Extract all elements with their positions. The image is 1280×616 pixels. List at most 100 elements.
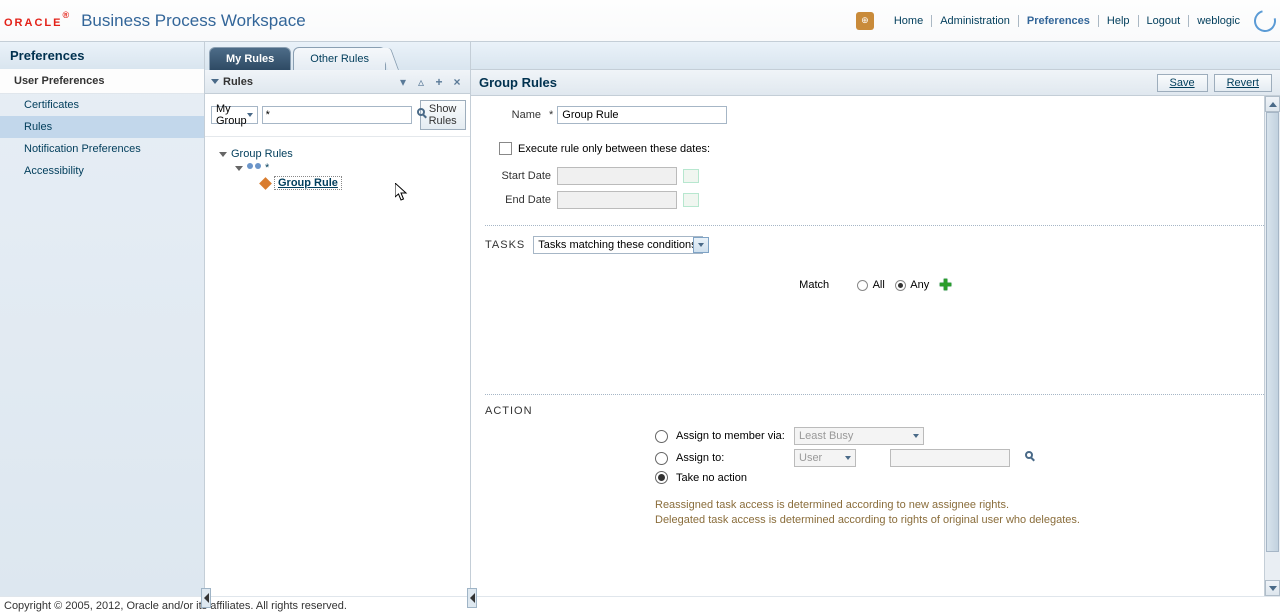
tree-label-root: Group Rules — [231, 148, 293, 160]
note-delegated: Delegated task access is determined acco… — [655, 513, 1266, 528]
nav-home[interactable]: Home — [886, 15, 932, 27]
collapse-tree-icon[interactable]: ▾ — [396, 75, 410, 89]
tree-node-group-rule[interactable]: Group Rule — [219, 175, 456, 191]
header-nav: Home Administration Preferences Help Log… — [886, 15, 1248, 27]
show-rules-button[interactable]: Show Rules — [420, 100, 466, 130]
rules-search-row: My Group Show Rules — [205, 94, 470, 137]
sidebar-item-rules[interactable]: Rules — [0, 116, 204, 138]
add-condition-icon[interactable]: ✚ — [939, 276, 952, 294]
divider — [485, 225, 1266, 226]
content-title: Group Rules — [479, 75, 1151, 90]
activity-icon — [1250, 5, 1280, 35]
add-rule-icon[interactable]: + — [432, 75, 446, 89]
action-notes: Reassigned task access is determined acc… — [655, 498, 1266, 529]
tab-other-rules[interactable]: Other Rules — [293, 47, 386, 70]
chevron-down-icon — [913, 434, 919, 438]
form-area: Name * Execute rule only between these d… — [471, 96, 1280, 596]
take-no-action-label: Take no action — [676, 472, 747, 484]
nav-logout[interactable]: Logout — [1139, 15, 1190, 27]
assign-to-type-select: User — [794, 449, 856, 467]
assign-member-value: Least Busy — [799, 430, 853, 442]
assign-member-label: Assign to member via: — [676, 430, 786, 442]
group-select[interactable]: My Group — [211, 106, 258, 124]
group-select-value: My Group — [216, 103, 247, 127]
tasks-select[interactable]: Tasks matching these conditions — [533, 236, 703, 254]
scroll-thumb[interactable] — [1266, 112, 1279, 552]
group-icon — [247, 163, 261, 173]
chevron-down-icon — [698, 243, 704, 247]
scroll-up-button[interactable] — [1265, 96, 1280, 112]
match-all-label: All — [873, 279, 885, 291]
action-label: ACTION — [485, 405, 1266, 417]
sidebar-item-notification[interactable]: Notification Preferences — [0, 138, 204, 160]
collapse-sidebar-handle[interactable] — [201, 588, 211, 608]
preferences-sidebar: Preferences User Preferences Certificate… — [0, 42, 205, 596]
tasks-select-button[interactable] — [693, 237, 709, 253]
rules-tree: Group Rules * Group Rule — [205, 137, 470, 596]
start-date-input[interactable] — [557, 167, 677, 185]
app-header: ORACLE® Business Process Workspace ⊕ Hom… — [0, 0, 1280, 42]
nav-user[interactable]: weblogic — [1189, 15, 1248, 27]
radio-assign-member[interactable] — [655, 430, 668, 443]
sidebar-section-user-prefs: User Preferences — [0, 69, 204, 94]
tasks-select-value: Tasks matching these conditions — [538, 239, 696, 251]
tree-label-star: * — [265, 162, 269, 174]
chevron-down-icon — [845, 456, 851, 460]
group-rules-content: Group Rules Save Revert Name * Execute r… — [471, 42, 1280, 596]
assign-to-label: Assign to: — [676, 452, 786, 464]
sidebar-item-accessibility[interactable]: Accessibility — [0, 160, 204, 182]
assign-member-select: Least Busy — [794, 427, 924, 445]
oracle-logo: ORACLE® — [4, 10, 71, 31]
match-label: Match — [799, 279, 829, 291]
rule-icon — [259, 177, 272, 190]
logo-text: ORACLE — [4, 17, 62, 29]
disclose-icon[interactable] — [211, 79, 219, 84]
revert-button[interactable]: Revert — [1214, 74, 1272, 92]
tree-toggle-icon[interactable] — [219, 152, 227, 157]
execute-between-checkbox[interactable] — [499, 142, 512, 155]
execute-between-label: Execute rule only between these dates: — [518, 143, 710, 155]
rules-tabs: My Rules Other Rules — [205, 42, 470, 70]
sidebar-item-certificates[interactable]: Certificates — [0, 94, 204, 116]
vertical-scrollbar[interactable] — [1264, 96, 1280, 596]
radio-take-no-action[interactable] — [655, 471, 668, 484]
end-date-label: End Date — [499, 194, 551, 206]
rules-panel-header: Rules ▾ ▵ + × — [205, 70, 470, 94]
assign-to-input — [890, 449, 1010, 467]
tree-node-group-rules[interactable]: Group Rules — [219, 147, 456, 161]
collapse-rules-handle[interactable] — [467, 588, 477, 608]
divider — [485, 394, 1266, 395]
match-all-option[interactable]: All — [857, 279, 885, 291]
save-button[interactable]: Save — [1157, 74, 1208, 92]
filter-input[interactable] — [262, 106, 412, 124]
radio-assign-to[interactable] — [655, 452, 668, 465]
scroll-down-button[interactable] — [1265, 580, 1280, 596]
nav-help[interactable]: Help — [1099, 15, 1139, 27]
calendar-icon[interactable] — [683, 169, 699, 183]
sidebar-title: Preferences — [0, 42, 204, 69]
name-label: Name — [485, 109, 541, 121]
end-date-input[interactable] — [557, 191, 677, 209]
name-input[interactable] — [557, 106, 727, 124]
copyright: Copyright © 2005, 2012, Oracle and/or it… — [4, 600, 347, 612]
nav-administration[interactable]: Administration — [932, 15, 1019, 27]
required-indicator: * — [549, 109, 553, 121]
globe-icon[interactable]: ⊕ — [856, 12, 874, 30]
delete-rule-icon[interactable]: × — [450, 75, 464, 89]
tree-toggle-icon[interactable] — [235, 166, 243, 171]
footer: Copyright © 2005, 2012, Oracle and/or it… — [0, 596, 1280, 616]
calendar-icon[interactable] — [683, 193, 699, 207]
tree-node-group-star[interactable]: * — [219, 161, 456, 175]
tasks-label: TASKS — [485, 239, 525, 251]
chevron-down-icon — [247, 113, 253, 117]
rules-panel: My Rules Other Rules Rules ▾ ▵ + × My Gr… — [205, 42, 471, 596]
expand-tree-icon[interactable]: ▵ — [414, 75, 428, 89]
app-title: Business Process Workspace — [81, 11, 306, 31]
nav-preferences[interactable]: Preferences — [1019, 15, 1099, 27]
match-row: Match All Any ✚ — [485, 276, 1266, 294]
search-icon[interactable] — [1024, 450, 1040, 466]
note-reassigned: Reassigned task access is determined acc… — [655, 498, 1266, 513]
match-any-option[interactable]: Any — [895, 279, 929, 291]
execute-between-row: Execute rule only between these dates: — [499, 142, 1266, 155]
tab-my-rules[interactable]: My Rules — [209, 47, 291, 70]
